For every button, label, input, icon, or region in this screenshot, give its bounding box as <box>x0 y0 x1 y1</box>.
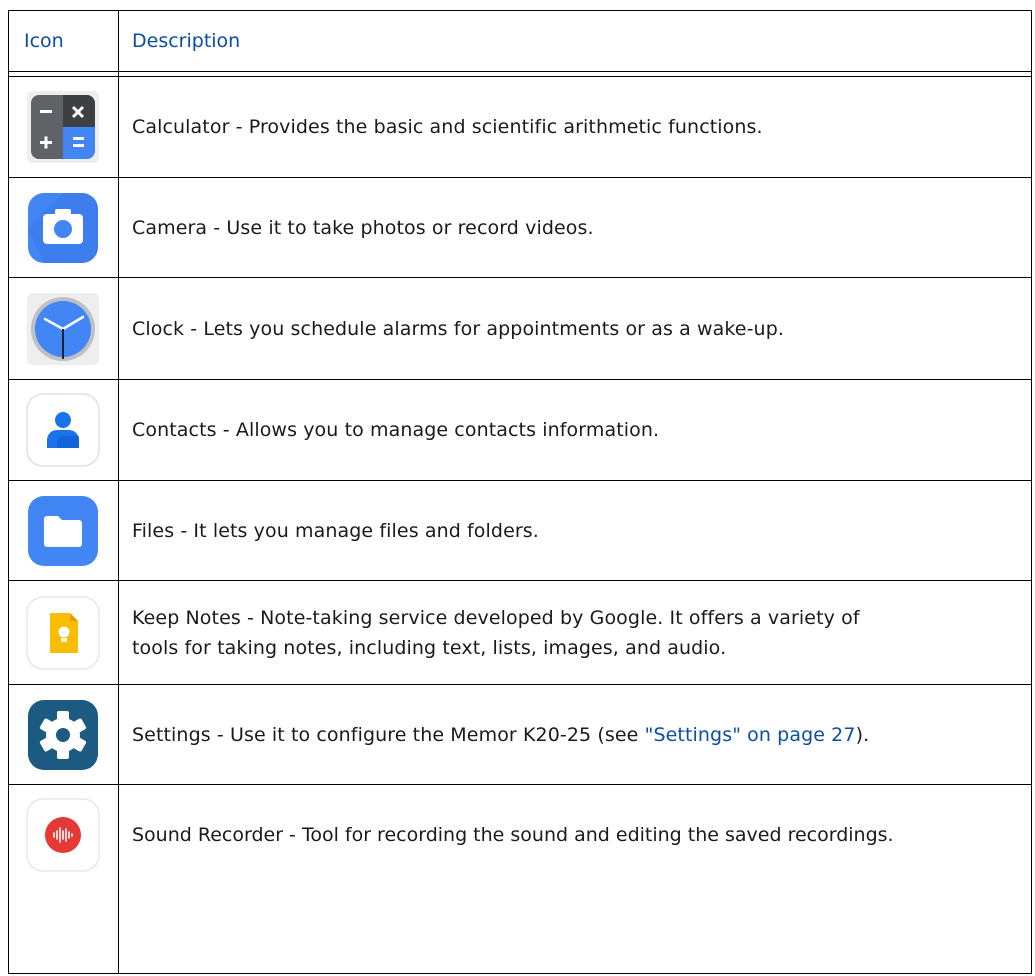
description-column-header: Description <box>132 30 241 52</box>
files-description: Files - It lets you manage files and fol… <box>132 519 539 542</box>
icon-column-header: Icon <box>24 30 64 52</box>
table-header-row: Icon Description <box>8 11 1032 71</box>
sound-recorder-description: Sound Recorder - Tool for recording the … <box>132 824 894 846</box>
settings-page-link[interactable]: "Settings" on page 27 <box>645 724 856 746</box>
keep-notes-icon <box>26 595 100 670</box>
files-icon <box>28 495 98 566</box>
calculator-description: Calculator - Provides the basic and scie… <box>132 116 763 138</box>
camera-description: Camera - Use it to take photos or record… <box>132 216 594 239</box>
table-row: Contacts - Allows you to manage contacts… <box>8 380 1032 480</box>
keep-notes-description: Keep Notes - Note-taking service develop… <box>118 603 1032 663</box>
table-row: Keep Notes - Note-taking service develop… <box>8 581 1032 684</box>
sound-recorder-icon <box>26 798 100 872</box>
table-row: Settings - Use it to configure the Memor… <box>8 685 1032 784</box>
table-row: Files - It lets you manage files and fol… <box>8 481 1032 580</box>
table-row: Calculator - Provides the basic and scie… <box>8 77 1032 177</box>
table-row: Camera - Use it to take photos or record… <box>8 178 1032 277</box>
keep-notes-description-line-2: tools for taking notes, including text, … <box>132 636 727 659</box>
settings-icon <box>28 699 98 770</box>
contacts-description: Contacts - Allows you to manage contacts… <box>132 419 660 441</box>
keep-notes-description-line-1: Keep Notes - Note-taking service develop… <box>132 606 860 629</box>
camera-icon <box>28 192 98 263</box>
settings-description: Settings - Use it to configure the Memor… <box>132 723 870 746</box>
app-icons-table: Icon Description Calculator - Provides t… <box>8 10 1032 974</box>
table-row: Clock - Lets you schedule alarms for app… <box>8 278 1032 379</box>
calculator-icon <box>27 91 99 163</box>
table-row: Sound Recorder - Tool for recording the … <box>8 785 1032 973</box>
clock-icon <box>27 292 99 365</box>
contacts-icon <box>26 393 100 467</box>
clock-description: Clock - Lets you schedule alarms for app… <box>132 317 784 340</box>
